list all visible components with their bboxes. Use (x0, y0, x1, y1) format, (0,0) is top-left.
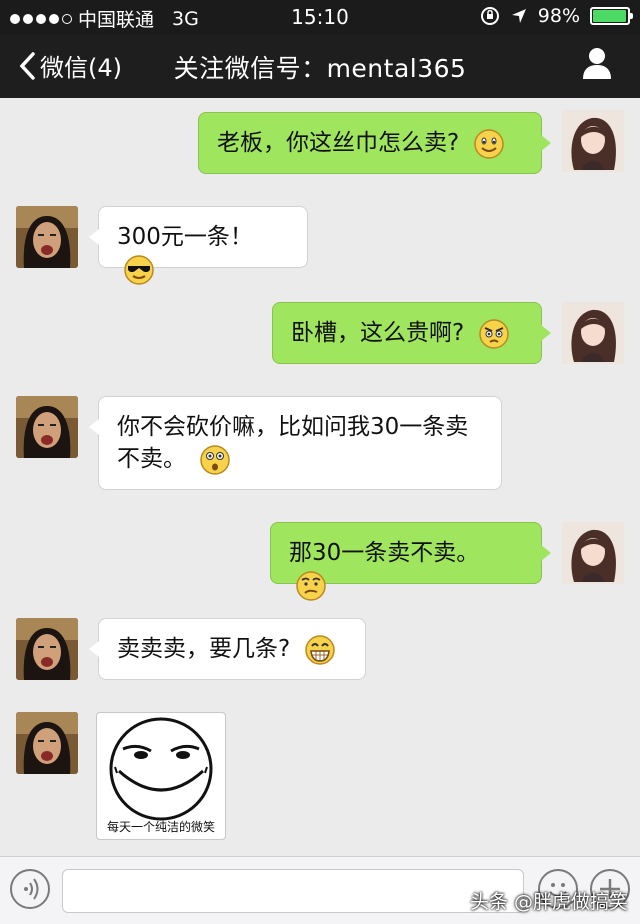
location-arrow-icon (511, 9, 526, 23)
watermark-text: 头条 @胖虎做搞笑 (469, 891, 628, 913)
chat-area[interactable]: 老板，你这丝巾怎么卖? 300元一条！ 卧槽，这么贵啊? 你不会砍价嘛，比如问我… (0, 98, 640, 856)
status-right: 98% (480, 5, 633, 27)
sticker-message[interactable]: 每天一个纯洁的微笑 (96, 712, 226, 840)
boss-avatar[interactable] (16, 396, 78, 458)
message-bubble-1[interactable]: 300元一条！ (89, 206, 308, 285)
message-text: 那30一条卖不卖。 (289, 540, 480, 566)
rotation-lock-icon (480, 7, 499, 25)
voice-wave-icon (24, 878, 39, 900)
contact-info-button[interactable] (582, 46, 612, 84)
message-bubble-3[interactable]: 你不会砍价嘛，比如问我30一条卖 不卖。 (89, 396, 502, 490)
message-text: 卧槽，这么贵啊? (291, 320, 465, 346)
message-text-line1: 你不会砍价嘛，比如问我30一条卖 (117, 414, 469, 440)
message-text-line2: 不卖。 (117, 446, 186, 472)
grin-emoji-icon (304, 634, 335, 665)
smirk-face-sticker-image (109, 717, 213, 821)
my-avatar[interactable] (562, 110, 624, 172)
battery-percent: 98% (537, 5, 580, 27)
boss-avatar[interactable] (16, 618, 78, 680)
man-laughing-avatar-image (16, 712, 78, 774)
message-bubble-2[interactable]: 卧槽，这么贵啊? (272, 302, 551, 364)
man-laughing-avatar-image (16, 206, 78, 268)
angry-emoji-icon (478, 318, 509, 349)
surprised-emoji-icon (200, 444, 231, 475)
anime-girl-avatar-image (562, 522, 624, 584)
message-text: 卖卖卖，要几条? (117, 636, 291, 662)
message-bubble-0[interactable]: 老板，你这丝巾怎么卖? (198, 112, 551, 174)
sunglasses-emoji-icon (124, 254, 154, 285)
anime-girl-avatar-image (562, 302, 624, 364)
navigation-bar: 微信(4) 关注微信号：mental365 (0, 34, 640, 98)
sticker-caption: 每天一个纯洁的微笑 (106, 820, 215, 834)
anime-girl-avatar-image (562, 110, 624, 172)
confused-emoji-icon (296, 570, 326, 601)
man-laughing-avatar-image (16, 618, 78, 680)
battery-level-fill (593, 10, 627, 22)
message-input[interactable] (62, 869, 524, 913)
my-avatar[interactable] (562, 522, 624, 584)
message-text: 300元一条！ (117, 224, 253, 250)
message-text: 老板，你这丝巾怎么卖? (217, 130, 460, 156)
chat-title: 关注微信号：mental365 (173, 54, 467, 83)
boss-avatar[interactable] (16, 712, 78, 774)
smile-emoji-icon (473, 128, 504, 159)
message-bubble-4[interactable]: 那30一条卖不卖。 (270, 522, 551, 601)
input-bar: 头条 @胖虎做搞笑 (0, 856, 640, 924)
battery-icon (590, 7, 633, 25)
message-bubble-5[interactable]: 卖卖卖，要几条? (89, 618, 366, 680)
voice-input-button[interactable] (10, 869, 50, 909)
boss-avatar[interactable] (16, 206, 78, 268)
my-avatar[interactable] (562, 302, 624, 364)
person-icon (583, 48, 611, 79)
status-bar: 中国联通 3G 15:10 98% (0, 0, 640, 34)
man-laughing-avatar-image (16, 396, 78, 458)
